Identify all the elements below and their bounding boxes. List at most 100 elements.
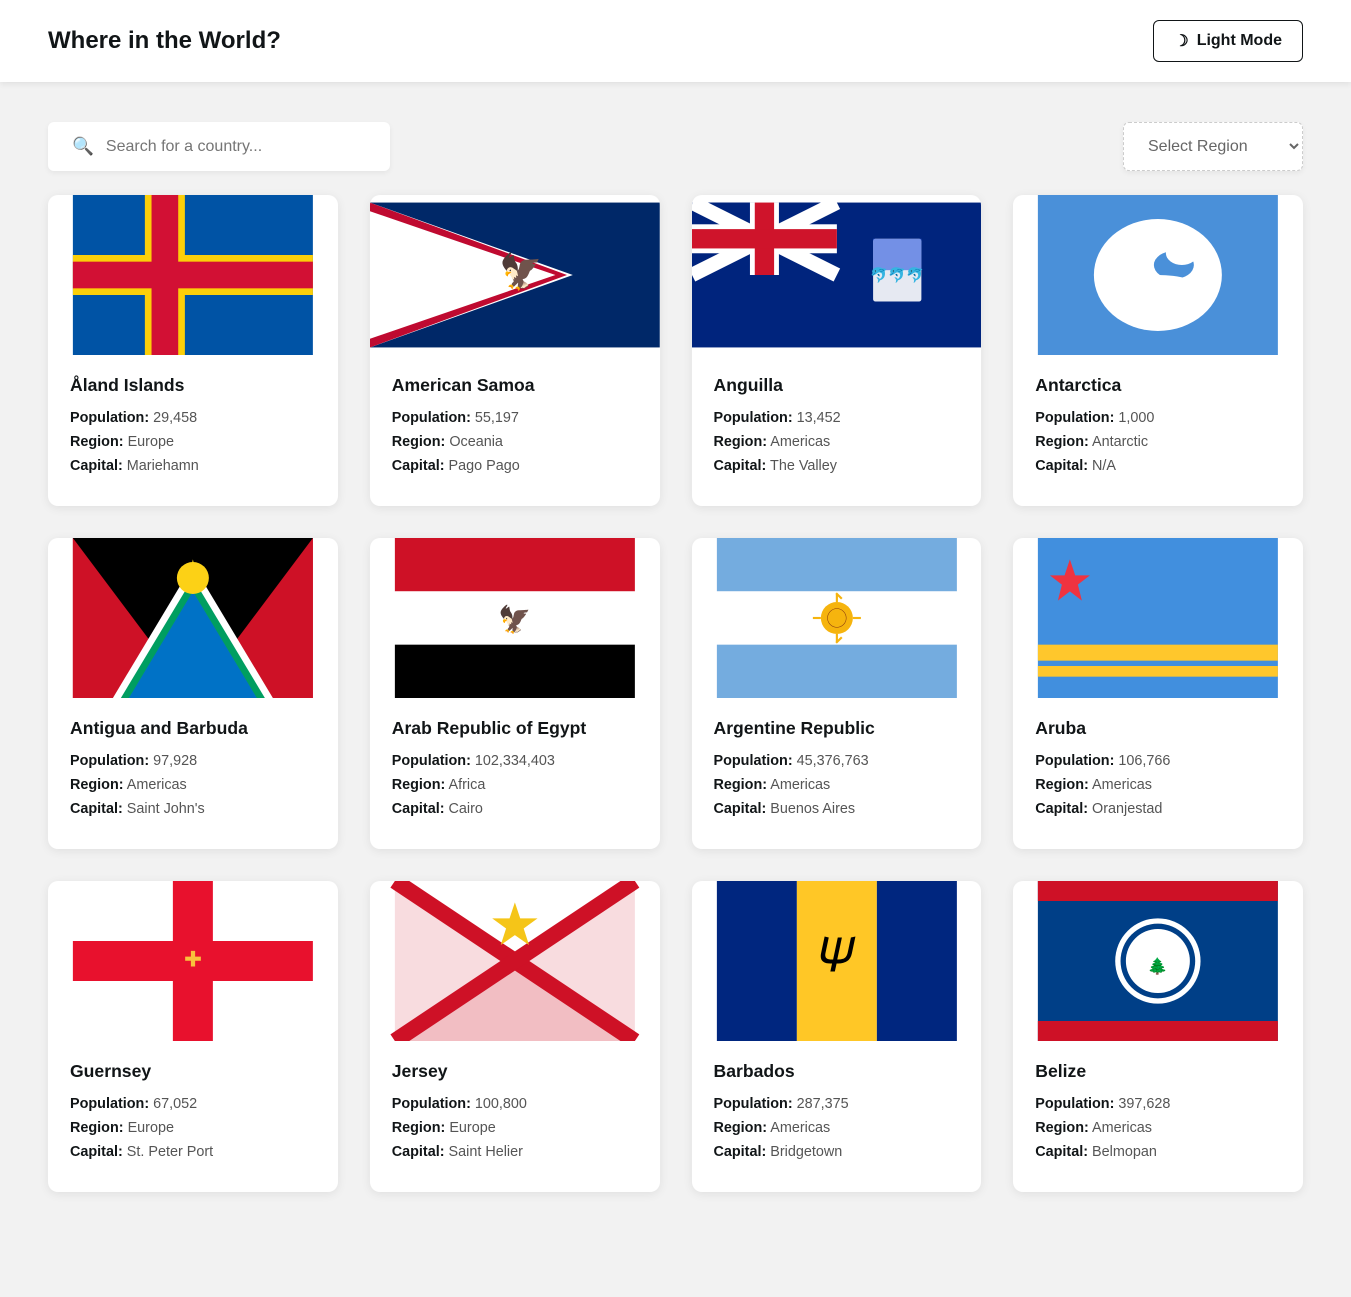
capital-value: Belmopan <box>1092 1144 1157 1160</box>
population-value: 29,458 <box>153 410 197 426</box>
capital-label: Capital: <box>70 801 123 817</box>
country-name: Aruba <box>1035 718 1281 739</box>
population-value: 67,052 <box>153 1096 197 1112</box>
population-detail: Population: 100,800 <box>392 1096 638 1112</box>
region-detail: Region: Americas <box>70 777 316 793</box>
population-value: 287,375 <box>797 1096 849 1112</box>
card-info: Guernsey Population: 67,052 Region: Euro… <box>48 1041 338 1192</box>
capital-value: Oranjestad <box>1092 801 1162 817</box>
population-detail: Population: 397,628 <box>1035 1096 1281 1112</box>
population-label: Population: <box>392 1096 471 1112</box>
capital-detail: Capital: Saint John's <box>70 801 316 817</box>
capital-label: Capital: <box>714 801 767 817</box>
country-flag: 𝛹 <box>692 881 982 1041</box>
population-label: Population: <box>1035 753 1114 769</box>
region-select[interactable]: Select Region Africa Americas Asia Europ… <box>1123 122 1303 171</box>
country-name: Arab Republic of Egypt <box>392 718 638 739</box>
capital-value: Mariehamn <box>127 458 199 474</box>
capital-detail: Capital: Pago Pago <box>392 458 638 474</box>
country-card[interactable]: 🌲 Belize Population: 397,628 Region: Ame… <box>1013 881 1303 1192</box>
country-card[interactable]: Argentine Republic Population: 45,376,76… <box>692 538 982 849</box>
light-mode-button[interactable]: ☽ Light Mode <box>1153 20 1303 62</box>
card-info: Aruba Population: 106,766 Region: Americ… <box>1013 698 1303 849</box>
population-detail: Population: 45,376,763 <box>714 753 960 769</box>
population-detail: Population: 287,375 <box>714 1096 960 1112</box>
svg-text:𝛹: 𝛹 <box>818 930 855 983</box>
region-detail: Region: Europe <box>70 1120 316 1136</box>
region-label: Region: <box>392 1120 446 1136</box>
svg-text:🦅: 🦅 <box>498 604 531 635</box>
capital-value: Buenos Aires <box>770 801 855 817</box>
country-flag <box>692 538 982 698</box>
region-value: Oceania <box>449 434 503 450</box>
country-flag: 🦅 <box>370 538 660 698</box>
capital-label: Capital: <box>1035 1144 1088 1160</box>
capital-value: Cairo <box>449 801 483 817</box>
country-card[interactable]: 𝛹 Barbados Population: 287,375 Region: A… <box>692 881 982 1192</box>
region-label: Region: <box>70 1120 124 1136</box>
region-label: Region: <box>70 777 124 793</box>
country-card[interactable]: Antarctica Population: 1,000 Region: Ant… <box>1013 195 1303 506</box>
country-card[interactable]: Jersey Population: 100,800 Region: Europ… <box>370 881 660 1192</box>
population-label: Population: <box>70 410 149 426</box>
country-flag <box>48 195 338 355</box>
light-mode-label: Light Mode <box>1197 32 1282 50</box>
country-name: Guernsey <box>70 1061 316 1082</box>
search-input[interactable] <box>106 138 366 156</box>
population-detail: Population: 97,928 <box>70 753 316 769</box>
capital-detail: Capital: Belmopan <box>1035 1144 1281 1160</box>
population-value: 100,800 <box>475 1096 527 1112</box>
country-card[interactable]: Aruba Population: 106,766 Region: Americ… <box>1013 538 1303 849</box>
population-value: 45,376,763 <box>797 753 869 769</box>
moon-icon: ☽ <box>1174 31 1188 51</box>
card-info: Anguilla Population: 13,452 Region: Amer… <box>692 355 982 506</box>
country-card[interactable]: Antigua and Barbuda Population: 97,928 R… <box>48 538 338 849</box>
capital-detail: Capital: N/A <box>1035 458 1281 474</box>
capital-value: Saint Helier <box>449 1144 523 1160</box>
country-name: Antigua and Barbuda <box>70 718 316 739</box>
population-label: Population: <box>70 753 149 769</box>
population-detail: Population: 102,334,403 <box>392 753 638 769</box>
country-flag <box>48 538 338 698</box>
country-flag <box>370 881 660 1041</box>
region-value: Antarctic <box>1092 434 1148 450</box>
region-detail: Region: Oceania <box>392 434 638 450</box>
capital-detail: Capital: Oranjestad <box>1035 801 1281 817</box>
country-name: American Samoa <box>392 375 638 396</box>
region-label: Region: <box>1035 777 1089 793</box>
capital-label: Capital: <box>714 458 767 474</box>
country-card[interactable]: 🦅 Arab Republic of Egypt Population: 102… <box>370 538 660 849</box>
country-card[interactable]: Åland Islands Population: 29,458 Region:… <box>48 195 338 506</box>
capital-detail: Capital: Bridgetown <box>714 1144 960 1160</box>
country-card[interactable]: 🦅 American Samoa Population: 55,197 Regi… <box>370 195 660 506</box>
region-label: Region: <box>714 1120 768 1136</box>
capital-detail: Capital: Buenos Aires <box>714 801 960 817</box>
capital-value: St. Peter Port <box>127 1144 213 1160</box>
region-detail: Region: Americas <box>1035 777 1281 793</box>
capital-label: Capital: <box>70 458 123 474</box>
country-flag: 🌲 <box>1013 881 1303 1041</box>
population-value: 106,766 <box>1118 753 1170 769</box>
population-label: Population: <box>1035 410 1114 426</box>
capital-value: Saint John's <box>127 801 205 817</box>
population-label: Population: <box>714 753 793 769</box>
population-label: Population: <box>714 1096 793 1112</box>
capital-label: Capital: <box>714 1144 767 1160</box>
svg-text:🌲: 🌲 <box>1148 957 1168 976</box>
capital-detail: Capital: The Valley <box>714 458 960 474</box>
region-label: Region: <box>1035 434 1089 450</box>
search-icon: 🔍 <box>72 136 94 157</box>
population-detail: Population: 106,766 <box>1035 753 1281 769</box>
region-value: Europe <box>128 1120 174 1136</box>
region-label: Region: <box>1035 1120 1089 1136</box>
country-flag: ✚ <box>48 881 338 1041</box>
region-detail: Region: Antarctic <box>1035 434 1281 450</box>
country-card[interactable]: ✚ Guernsey Population: 67,052 Region: Eu… <box>48 881 338 1192</box>
country-flag <box>1013 538 1303 698</box>
card-info: Belize Population: 397,628 Region: Ameri… <box>1013 1041 1303 1192</box>
population-value: 1,000 <box>1118 410 1154 426</box>
region-value: Europe <box>449 1120 495 1136</box>
app-header: Where in the World? ☽ Light Mode <box>0 0 1351 82</box>
country-card[interactable]: 🐬🐬🐬 Anguilla Population: 13,452 Region: … <box>692 195 982 506</box>
region-label: Region: <box>392 777 446 793</box>
